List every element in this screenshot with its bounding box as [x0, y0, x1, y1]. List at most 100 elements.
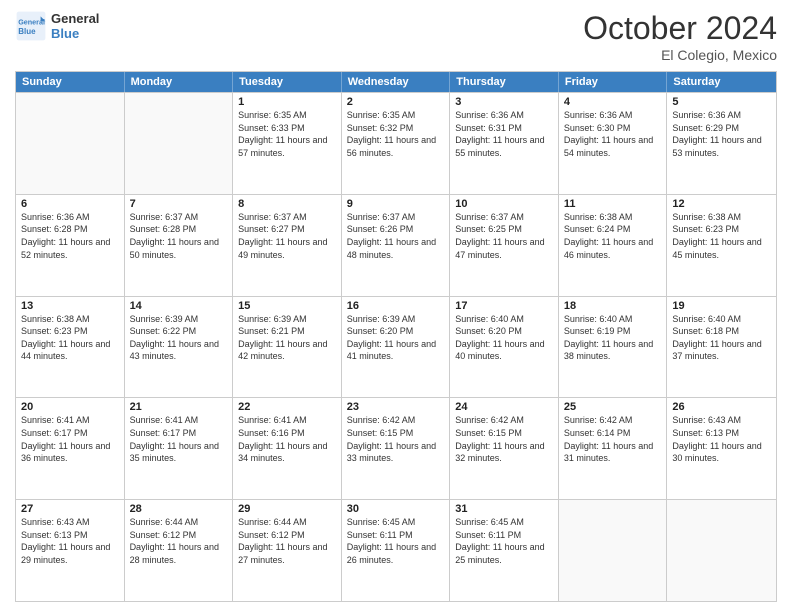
calendar-cell: 8Sunrise: 6:37 AMSunset: 6:27 PMDaylight…	[233, 195, 342, 296]
sunrise-text: Sunrise: 6:40 AM	[564, 313, 662, 326]
calendar-cell: 21Sunrise: 6:41 AMSunset: 6:17 PMDayligh…	[125, 398, 234, 499]
sunrise-text: Sunrise: 6:45 AM	[347, 516, 445, 529]
day-number: 3	[455, 96, 553, 108]
daylight-text: Daylight: 11 hours and 32 minutes.	[455, 440, 553, 465]
calendar-cell: 16Sunrise: 6:39 AMSunset: 6:20 PMDayligh…	[342, 297, 451, 398]
daylight-text: Daylight: 11 hours and 28 minutes.	[130, 541, 228, 566]
sunset-text: Sunset: 6:13 PM	[21, 529, 119, 542]
month-title: October 2024	[583, 10, 777, 47]
day-number: 25	[564, 401, 662, 413]
sunrise-text: Sunrise: 6:37 AM	[347, 211, 445, 224]
calendar-cell: 9Sunrise: 6:37 AMSunset: 6:26 PMDaylight…	[342, 195, 451, 296]
daylight-text: Daylight: 11 hours and 47 minutes.	[455, 236, 553, 261]
sunrise-text: Sunrise: 6:39 AM	[130, 313, 228, 326]
day-number: 22	[238, 401, 336, 413]
calendar-cell: 5Sunrise: 6:36 AMSunset: 6:29 PMDaylight…	[667, 93, 776, 194]
day-number: 19	[672, 300, 771, 312]
page: General Blue General Blue October 2024 E…	[0, 0, 792, 612]
sunset-text: Sunset: 6:15 PM	[347, 427, 445, 440]
weekday-header: Saturday	[667, 72, 776, 92]
sunrise-text: Sunrise: 6:43 AM	[672, 414, 771, 427]
sunset-text: Sunset: 6:32 PM	[347, 122, 445, 135]
day-number: 16	[347, 300, 445, 312]
day-number: 29	[238, 503, 336, 515]
sunset-text: Sunset: 6:17 PM	[130, 427, 228, 440]
calendar-cell	[125, 93, 234, 194]
sunrise-text: Sunrise: 6:39 AM	[347, 313, 445, 326]
calendar-cell: 28Sunrise: 6:44 AMSunset: 6:12 PMDayligh…	[125, 500, 234, 601]
sunset-text: Sunset: 6:11 PM	[455, 529, 553, 542]
day-number: 7	[130, 198, 228, 210]
weekday-header: Friday	[559, 72, 668, 92]
sunrise-text: Sunrise: 6:38 AM	[564, 211, 662, 224]
daylight-text: Daylight: 11 hours and 34 minutes.	[238, 440, 336, 465]
sunset-text: Sunset: 6:12 PM	[238, 529, 336, 542]
daylight-text: Daylight: 11 hours and 50 minutes.	[130, 236, 228, 261]
sunrise-text: Sunrise: 6:43 AM	[21, 516, 119, 529]
sunrise-text: Sunrise: 6:36 AM	[564, 109, 662, 122]
day-number: 1	[238, 96, 336, 108]
daylight-text: Daylight: 11 hours and 53 minutes.	[672, 134, 771, 159]
daylight-text: Daylight: 11 hours and 52 minutes.	[21, 236, 119, 261]
sunrise-text: Sunrise: 6:42 AM	[455, 414, 553, 427]
sunrise-text: Sunrise: 6:41 AM	[130, 414, 228, 427]
location: El Colegio, Mexico	[583, 47, 777, 63]
calendar-cell: 24Sunrise: 6:42 AMSunset: 6:15 PMDayligh…	[450, 398, 559, 499]
calendar-cell: 23Sunrise: 6:42 AMSunset: 6:15 PMDayligh…	[342, 398, 451, 499]
daylight-text: Daylight: 11 hours and 54 minutes.	[564, 134, 662, 159]
day-number: 13	[21, 300, 119, 312]
day-number: 28	[130, 503, 228, 515]
calendar-cell: 20Sunrise: 6:41 AMSunset: 6:17 PMDayligh…	[16, 398, 125, 499]
day-number: 27	[21, 503, 119, 515]
day-number: 21	[130, 401, 228, 413]
day-number: 23	[347, 401, 445, 413]
day-number: 6	[21, 198, 119, 210]
title-block: October 2024 El Colegio, Mexico	[583, 10, 777, 63]
sunrise-text: Sunrise: 6:37 AM	[238, 211, 336, 224]
calendar-cell: 22Sunrise: 6:41 AMSunset: 6:16 PMDayligh…	[233, 398, 342, 499]
sunset-text: Sunset: 6:18 PM	[672, 325, 771, 338]
sunrise-text: Sunrise: 6:35 AM	[347, 109, 445, 122]
calendar-cell: 1Sunrise: 6:35 AMSunset: 6:33 PMDaylight…	[233, 93, 342, 194]
day-number: 14	[130, 300, 228, 312]
sunset-text: Sunset: 6:30 PM	[564, 122, 662, 135]
sunset-text: Sunset: 6:21 PM	[238, 325, 336, 338]
sunset-text: Sunset: 6:17 PM	[21, 427, 119, 440]
weekday-header: Wednesday	[342, 72, 451, 92]
calendar-cell: 18Sunrise: 6:40 AMSunset: 6:19 PMDayligh…	[559, 297, 668, 398]
sunrise-text: Sunrise: 6:45 AM	[455, 516, 553, 529]
sunset-text: Sunset: 6:26 PM	[347, 223, 445, 236]
sunrise-text: Sunrise: 6:42 AM	[564, 414, 662, 427]
day-number: 20	[21, 401, 119, 413]
day-number: 5	[672, 96, 771, 108]
calendar-row: 1Sunrise: 6:35 AMSunset: 6:33 PMDaylight…	[16, 92, 776, 194]
daylight-text: Daylight: 11 hours and 26 minutes.	[347, 541, 445, 566]
sunset-text: Sunset: 6:25 PM	[455, 223, 553, 236]
day-number: 17	[455, 300, 553, 312]
sunrise-text: Sunrise: 6:35 AM	[238, 109, 336, 122]
sunset-text: Sunset: 6:27 PM	[238, 223, 336, 236]
daylight-text: Daylight: 11 hours and 49 minutes.	[238, 236, 336, 261]
sunset-text: Sunset: 6:24 PM	[564, 223, 662, 236]
daylight-text: Daylight: 11 hours and 57 minutes.	[238, 134, 336, 159]
weekday-header: Tuesday	[233, 72, 342, 92]
daylight-text: Daylight: 11 hours and 38 minutes.	[564, 338, 662, 363]
sunrise-text: Sunrise: 6:36 AM	[21, 211, 119, 224]
calendar-header: SundayMondayTuesdayWednesdayThursdayFrid…	[16, 72, 776, 92]
day-number: 2	[347, 96, 445, 108]
header: General Blue General Blue October 2024 E…	[15, 10, 777, 63]
sunset-text: Sunset: 6:20 PM	[347, 325, 445, 338]
sunset-text: Sunset: 6:14 PM	[564, 427, 662, 440]
calendar-cell: 15Sunrise: 6:39 AMSunset: 6:21 PMDayligh…	[233, 297, 342, 398]
daylight-text: Daylight: 11 hours and 36 minutes.	[21, 440, 119, 465]
sunset-text: Sunset: 6:31 PM	[455, 122, 553, 135]
day-number: 8	[238, 198, 336, 210]
sunrise-text: Sunrise: 6:36 AM	[672, 109, 771, 122]
daylight-text: Daylight: 11 hours and 35 minutes.	[130, 440, 228, 465]
logo-icon: General Blue	[15, 10, 47, 42]
sunrise-text: Sunrise: 6:39 AM	[238, 313, 336, 326]
daylight-text: Daylight: 11 hours and 33 minutes.	[347, 440, 445, 465]
sunrise-text: Sunrise: 6:40 AM	[455, 313, 553, 326]
calendar-cell: 10Sunrise: 6:37 AMSunset: 6:25 PMDayligh…	[450, 195, 559, 296]
sunset-text: Sunset: 6:22 PM	[130, 325, 228, 338]
